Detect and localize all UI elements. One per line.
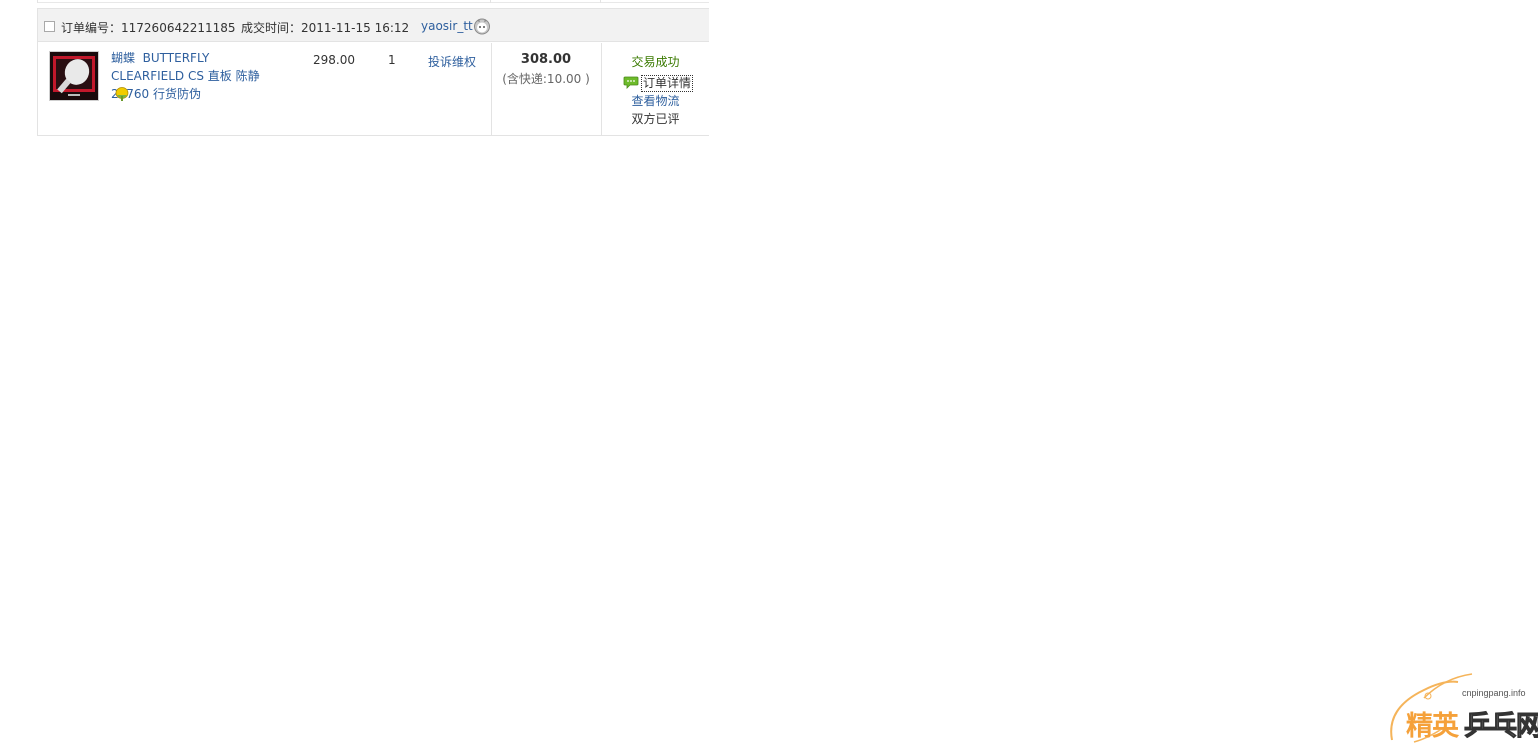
order-detail-link[interactable]: 订单详情 xyxy=(641,75,694,92)
complain-link[interactable]: 投诉维权 xyxy=(428,53,476,70)
order-card: 订单编号：117260642211185 成交时间：2011-11-15 16:… xyxy=(37,8,709,136)
order-number-value: 117260642211185 xyxy=(121,21,236,35)
watermark-name-part1: 精英 xyxy=(1406,711,1459,742)
deal-time-label: 成交时间： xyxy=(241,21,302,35)
product-title-link[interactable]: 蝴蝶 BUTTERFLY CLEARFIELD CS 直板 陈静 20760 行… xyxy=(111,49,283,103)
watermark-name-part2: 乒乓网 xyxy=(1464,711,1538,743)
wangwang-contact-icon[interactable] xyxy=(473,17,491,35)
order-number: 订单编号：117260642211185 xyxy=(61,19,236,36)
rating-status: 双方已评 xyxy=(631,112,680,126)
divider xyxy=(600,0,601,3)
product-brand: 蝴蝶 xyxy=(111,51,136,65)
page: 订单编号：117260642211185 成交时间：2011-11-15 16:… xyxy=(0,0,1538,753)
unit-price: 298.00 xyxy=(313,53,355,67)
trade-status: 交易成功 xyxy=(631,55,680,69)
previous-order-border xyxy=(37,0,709,8)
product-image xyxy=(50,52,98,100)
deal-time-value: 2011-11-15 16:12 xyxy=(301,21,410,35)
chat-bubble-icon xyxy=(623,76,639,89)
seller-link[interactable]: yaosir_tt xyxy=(421,19,473,33)
quantity: 1 xyxy=(388,53,396,67)
product-thumbnail[interactable] xyxy=(49,51,99,101)
divider xyxy=(490,0,491,3)
deal-time: 成交时间：2011-11-15 16:12 xyxy=(241,19,409,36)
authentic-goods-icon xyxy=(115,87,129,101)
watermark-url: cnpingpang.info xyxy=(1462,688,1526,698)
order-number-label: 订单编号： xyxy=(61,21,122,35)
order-total: 308.00 xyxy=(520,52,572,67)
shipping-fee-note: (含快递:10.00 ) xyxy=(502,72,590,86)
divider xyxy=(37,0,38,3)
order-select-checkbox[interactable] xyxy=(44,21,55,32)
site-watermark: cnpingpang.info 精英 乒乓网 xyxy=(1384,668,1538,750)
order-header: 订单编号：117260642211185 成交时间：2011-11-15 16:… xyxy=(38,8,709,42)
view-logistics-link[interactable]: 查看物流 xyxy=(602,92,709,109)
divider xyxy=(37,2,709,3)
